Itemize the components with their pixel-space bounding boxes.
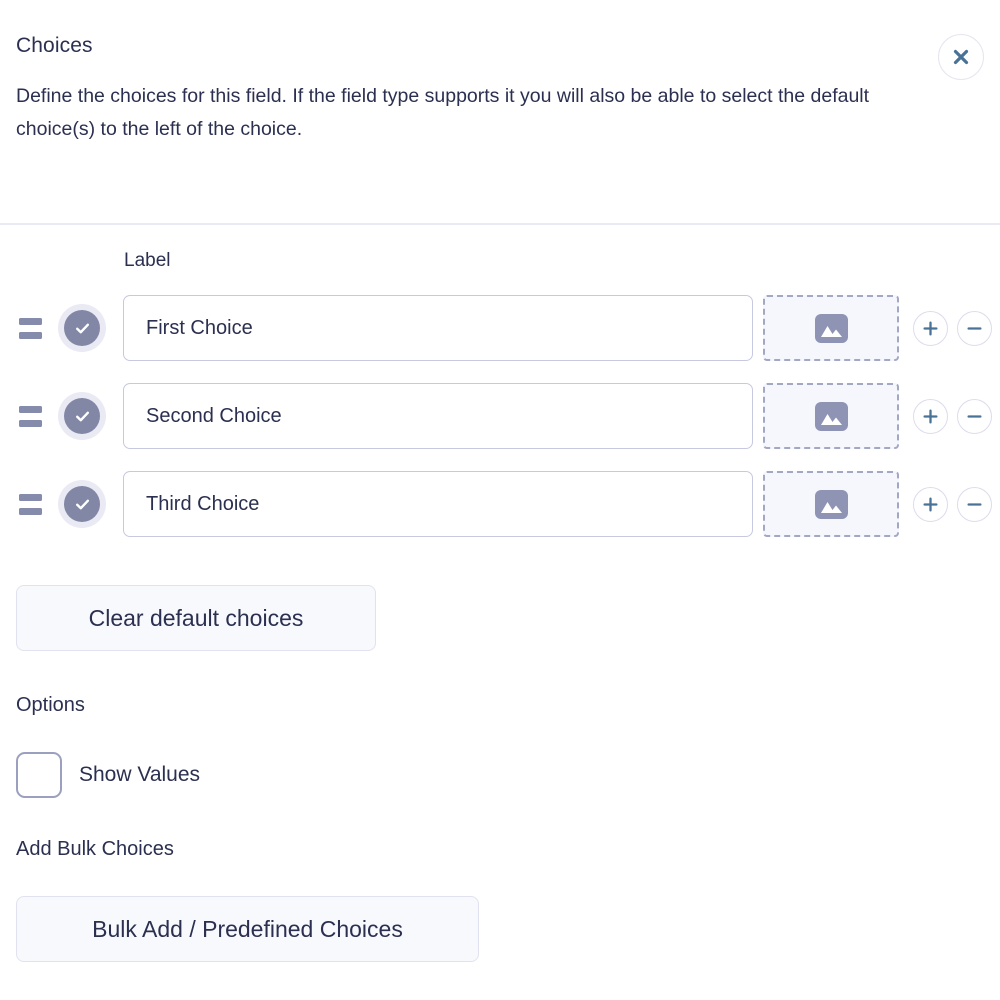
minus-icon [965,319,984,338]
choices-list: Label [0,238,1000,548]
choice-row [0,284,1000,372]
show-values-option-row: Show Values [16,752,200,798]
panel-header: Choices Define the choices for this fiel… [0,0,1000,146]
close-button[interactable] [938,34,984,80]
page-title: Choices [16,34,93,57]
header-divider [0,223,1000,225]
panel-description: Define the choices for this field. If th… [16,85,870,141]
default-choice-toggle[interactable] [58,392,106,440]
check-icon [64,310,100,346]
image-icon [814,489,848,519]
choice-image-dropzone[interactable] [763,295,899,361]
choice-label-input[interactable] [123,295,753,361]
remove-choice-button[interactable] [957,486,992,522]
default-choice-toggle[interactable] [58,304,106,352]
plus-icon [921,407,940,426]
drag-handle-icon[interactable] [16,308,50,348]
drag-handle-icon[interactable] [16,484,50,524]
default-choice-toggle[interactable] [58,480,106,528]
choice-label-input[interactable] [123,471,753,537]
choice-row [0,372,1000,460]
minus-icon [965,407,984,426]
choice-row [0,460,1000,548]
add-bulk-choices-heading: Add Bulk Choices [16,838,174,860]
remove-choice-button[interactable] [957,310,992,346]
check-icon [64,398,100,434]
plus-icon [921,319,940,338]
choice-image-dropzone[interactable] [763,383,899,449]
drag-handle-icon[interactable] [16,396,50,436]
check-icon [64,486,100,522]
choices-panel: Choices Define the choices for this fiel… [0,0,1000,1000]
remove-choice-button[interactable] [957,398,992,434]
clear-default-choices-button[interactable]: Clear default choices [16,585,376,651]
show-values-checkbox[interactable] [16,752,62,798]
add-choice-button[interactable] [913,310,948,346]
plus-icon [921,495,940,514]
column-header-label: Label [124,250,171,271]
minus-icon [965,495,984,514]
add-choice-button[interactable] [913,398,948,434]
image-icon [814,401,848,431]
add-choice-button[interactable] [913,486,948,522]
choice-image-dropzone[interactable] [763,471,899,537]
choice-label-input[interactable] [123,383,753,449]
show-values-label: Show Values [79,763,201,786]
image-icon [814,313,848,343]
options-heading: Options [16,694,85,716]
close-icon [950,46,972,68]
bulk-add-predefined-choices-button[interactable]: Bulk Add / Predefined Choices [16,896,479,962]
